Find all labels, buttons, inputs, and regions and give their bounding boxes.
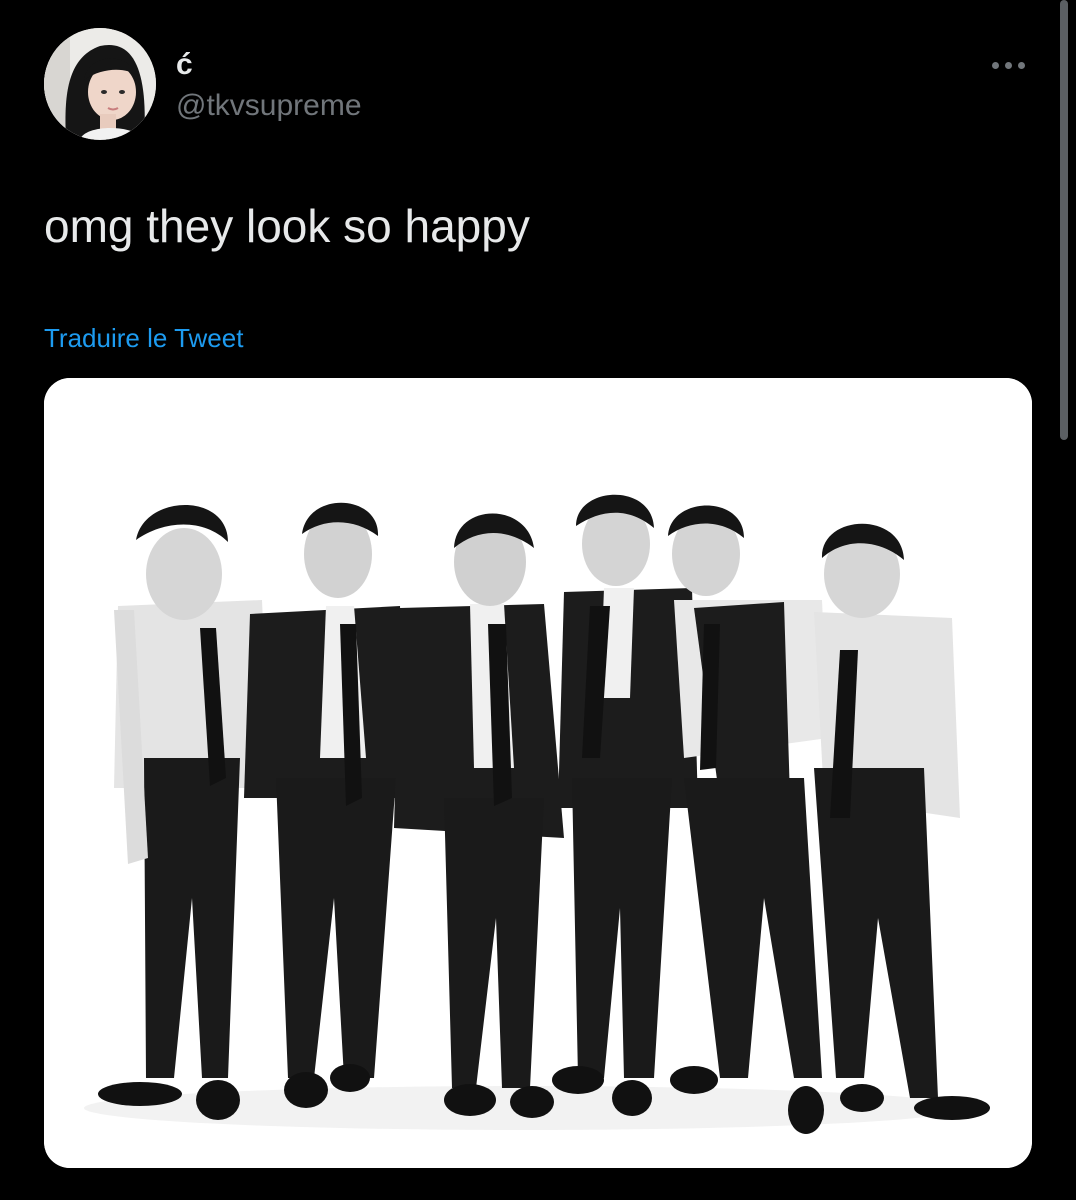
group-photo-image bbox=[44, 378, 1032, 1168]
tweet-text: omg they look so happy bbox=[44, 200, 530, 252]
display-name[interactable]: ć bbox=[176, 48, 193, 82]
more-horizontal-icon-dot bbox=[1004, 61, 1012, 69]
scrollbar-thumb[interactable] bbox=[1060, 0, 1068, 440]
more-horizontal-icon bbox=[991, 61, 999, 69]
translate-tweet-link[interactable]: Traduire le Tweet bbox=[44, 322, 243, 354]
more-horizontal-icon-dot bbox=[1017, 61, 1025, 69]
tweet-media-photo[interactable] bbox=[44, 378, 1032, 1168]
tweet: ć @tkvsupreme omg they look so happy Tra… bbox=[0, 0, 1076, 1200]
avatar-image bbox=[44, 28, 156, 140]
more-options-button[interactable] bbox=[978, 48, 1038, 82]
user-handle[interactable]: @tkvsupreme bbox=[176, 88, 362, 124]
avatar[interactable] bbox=[44, 28, 156, 140]
